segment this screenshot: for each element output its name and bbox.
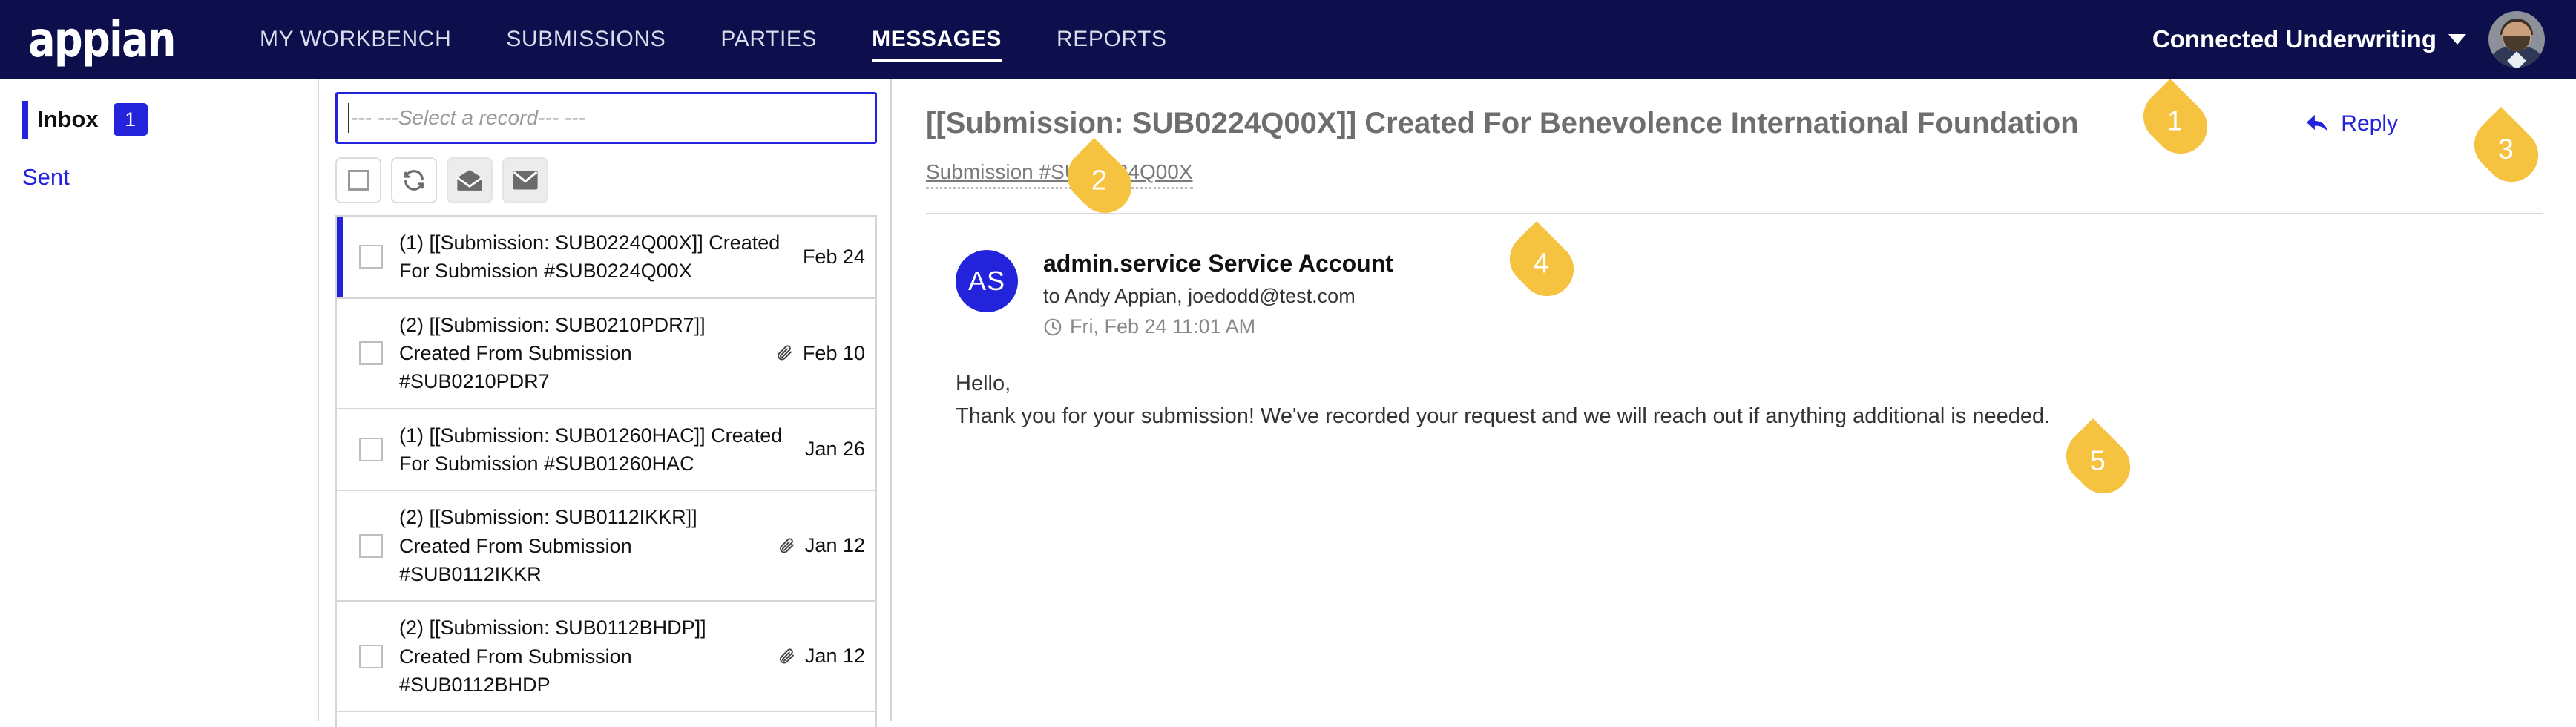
nav-item-reports[interactable]: REPORTS: [1029, 0, 1195, 79]
sender-block: AS admin.service Service Account to Andy…: [956, 250, 2543, 338]
message-meta: Feb 10: [776, 342, 865, 365]
select-all-checkbox[interactable]: [335, 157, 381, 203]
nav-item-parties[interactable]: PARTIES: [693, 0, 844, 79]
message-timestamp: Fri, Feb 24 11:01 AM: [1070, 315, 1256, 338]
record-select-input[interactable]: --- ---Select a record--- ---: [335, 92, 877, 144]
selected-indicator: [337, 491, 343, 600]
message-checkbox[interactable]: [359, 341, 383, 366]
active-indicator-bar: [22, 101, 28, 139]
mark-read-icon[interactable]: [447, 157, 493, 203]
message-subject: (1) [[Submission: SUB0224Q00X]] Created …: [399, 231, 781, 283]
top-navigation-bar: appian MY WORKBENCH SUBMISSIONS PARTIES …: [0, 0, 2576, 79]
body-line-2: Thank you for your submission! We've rec…: [956, 404, 2051, 428]
chevron-down-icon[interactable]: [2448, 34, 2466, 45]
sidebar-item-inbox[interactable]: Inbox 1: [0, 98, 318, 141]
message-checkbox[interactable]: [359, 644, 383, 668]
avatar[interactable]: [2488, 11, 2545, 68]
message-list[interactable]: (1) [[Submission: SUB0224Q00X]] Created …: [335, 215, 877, 727]
inbox-unread-badge: 1: [113, 103, 148, 136]
message-date: Feb 10: [802, 341, 865, 364]
message-list-item[interactable]: (2) [[Submission: SUB0112BHDP]] Created …: [337, 602, 875, 713]
reply-label: Reply: [2341, 111, 2398, 136]
reply-button[interactable]: Reply: [2305, 111, 2398, 136]
message-meta: Jan 26: [805, 438, 865, 461]
selected-indicator: [337, 409, 343, 490]
checkbox-square: [348, 170, 369, 191]
refresh-icon[interactable]: [391, 157, 437, 203]
account-area: Connected Underwriting: [2152, 11, 2576, 68]
nav-item-submissions[interactable]: SUBMISSIONS: [479, 0, 693, 79]
message-timestamp-row: Fri, Feb 24 11:01 AM: [1043, 315, 1393, 338]
reply-arrow-icon: [2307, 114, 2328, 131]
message-meta: Feb 24: [803, 246, 865, 269]
message-body-text: Hello, Thank you for your submission! We…: [956, 368, 2543, 432]
selected-indicator: [337, 602, 343, 711]
message-list-pane: --- ---Select a record--- --- (1) [[Subm…: [321, 79, 892, 727]
selected-indicator: [337, 217, 343, 297]
appian-logo[interactable]: appian: [28, 11, 183, 68]
selected-indicator: [337, 299, 343, 408]
message-list-item[interactable]: (2) [[Submission: SUB0112IKKR]] Created …: [337, 491, 875, 602]
sender-avatar-initials: AS: [956, 250, 1018, 312]
paperclip-icon: [779, 648, 794, 664]
text-cursor: [348, 103, 349, 133]
message-date: Feb 24: [802, 245, 865, 268]
paperclip-icon: [779, 538, 794, 553]
message-subject: (1) [[Submission: SUB01260HAC]] Created …: [399, 424, 783, 475]
message-date: Jan 12: [804, 534, 865, 557]
message-checkbox[interactable]: [359, 437, 383, 461]
list-toolbar: [335, 157, 875, 203]
reader-header: [[Submission: SUB0224Q00X]] Created For …: [893, 79, 2576, 214]
message-meta: Jan 12: [778, 645, 865, 668]
message-reader-pane: [[Submission: SUB0224Q00X]] Created For …: [893, 79, 2576, 721]
paperclip-icon: [777, 345, 792, 361]
sidebar-item-sent[interactable]: Sent: [0, 156, 318, 199]
record-select-placeholder: --- ---Select a record--- ---: [351, 106, 585, 129]
message-date: Jan 26: [804, 438, 865, 461]
message-subject: (2) [[Submission: SUB0112IKKR]] Created …: [399, 506, 697, 585]
folder-sidebar: Inbox 1 Sent: [0, 79, 319, 721]
recipients-label: to Andy Appian, joedodd@test.com: [1043, 285, 1356, 307]
body-line-1: Hello,: [956, 372, 1011, 395]
message-list-item[interactable]: (2) [[Submission: SUB0210PDR7]] Created …: [337, 298, 875, 409]
breadcrumb-submission-link[interactable]: Submission #SUB0224Q00X: [926, 160, 1193, 189]
mark-unread-icon[interactable]: [502, 157, 548, 203]
nav-item-messages[interactable]: MESSAGES: [844, 0, 1029, 79]
clock-icon: [1044, 318, 1062, 335]
page-title: [[Submission: SUB0224Q00X]] Created For …: [926, 107, 2079, 139]
message-checkbox[interactable]: [359, 245, 383, 269]
message-list-item[interactable]: (1) [[Submission: SUB0224Q00X]] Created …: [337, 217, 875, 299]
message-list-item[interactable]: (1) [[Submission: SUB01260HAC]] Created …: [337, 409, 875, 492]
message-date: Jan 12: [804, 645, 865, 668]
org-name-label[interactable]: Connected Underwriting: [2152, 25, 2437, 53]
sidebar-item-label-sent: Sent: [22, 164, 70, 190]
message-subject: (2) [[Submission: SUB0112BHDP]] Created …: [399, 616, 706, 696]
sender-name: admin.service Service Account: [1043, 250, 1393, 277]
message-subject: (2) [[Submission: SUB0210PDR7]] Created …: [399, 313, 706, 393]
message-checkbox[interactable]: [359, 533, 383, 558]
message-body: AS admin.service Service Account to Andy…: [893, 214, 2576, 432]
nav-item-my-workbench[interactable]: MY WORKBENCH: [232, 0, 479, 79]
main-nav: MY WORKBENCH SUBMISSIONS PARTIES MESSAGE…: [232, 0, 1195, 79]
sidebar-item-label-inbox: Inbox: [37, 106, 99, 132]
message-meta: Jan 12: [778, 534, 865, 557]
